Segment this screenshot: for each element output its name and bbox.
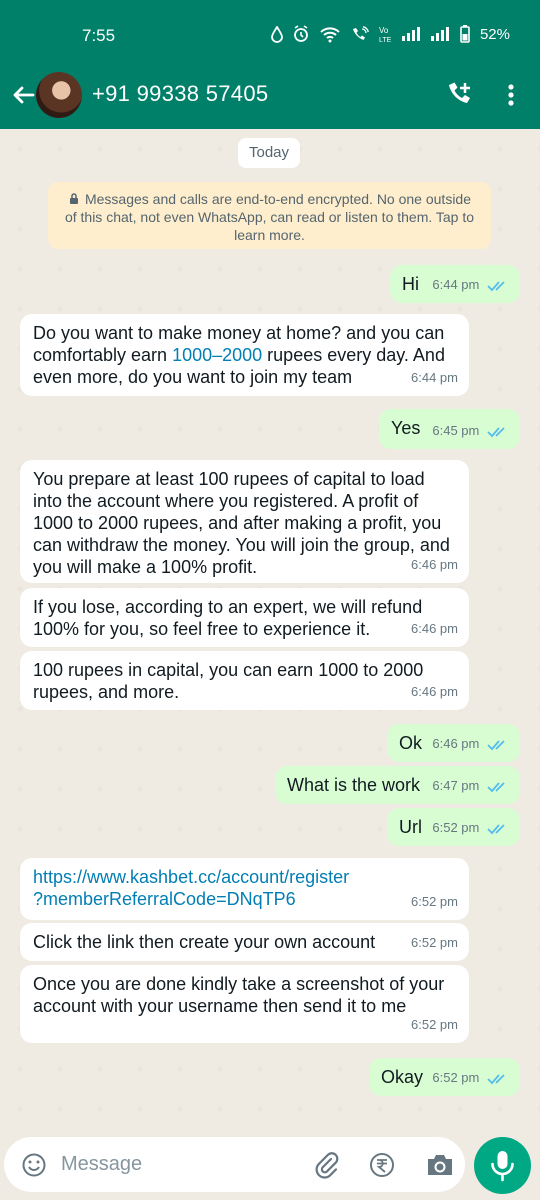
message-meta: 6:45 pm <box>432 420 509 442</box>
incoming-message[interactable]: Do you want to make money at home? and y… <box>20 314 469 396</box>
rupee-payment-icon[interactable] <box>368 1151 396 1179</box>
double-check-icon <box>487 426 505 437</box>
chat-area[interactable]: Today Messages and calls are end-to-end … <box>0 129 540 1129</box>
microphone-icon <box>491 1151 514 1182</box>
message-meta: 6:47 pm <box>432 775 509 797</box>
status-bar: 7:55 Vo LTE 52% <box>0 0 540 62</box>
message-time: 6:52 pm <box>432 1070 480 1085</box>
emoji-icon[interactable] <box>21 1152 47 1178</box>
message-time: 6:46 pm <box>411 621 458 636</box>
outgoing-message[interactable]: Yes 6:45 pm <box>379 409 520 449</box>
message-time: 6:47 pm <box>432 778 480 793</box>
date-chip: Today <box>238 138 300 168</box>
composer-bar: Message <box>0 1129 540 1200</box>
message-time: 6:44 pm <box>411 370 458 385</box>
encryption-note-text: Messages and calls are end-to-end encryp… <box>64 191 475 243</box>
chat-header: +91 99338 57405 <box>0 62 540 129</box>
incoming-message[interactable]: If you lose, according to an expert, we … <box>20 588 469 647</box>
wifi-calling-icon <box>350 25 370 43</box>
drop-icon <box>271 25 283 43</box>
double-check-icon <box>487 823 505 834</box>
outgoing-message[interactable]: Okay 6:52 pm <box>369 1058 520 1096</box>
contact-name[interactable]: +91 99338 57405 <box>92 81 268 107</box>
incoming-message[interactable]: 100 rupees in capital, you can earn 1000… <box>20 651 469 710</box>
incoming-message[interactable]: https://www.kashbet.cc/account/register … <box>20 858 469 920</box>
lock-icon <box>69 193 78 204</box>
add-call-icon[interactable] <box>444 80 474 110</box>
incoming-message[interactable]: Click the link then create your own acco… <box>20 923 469 961</box>
message-meta: 6:52 pm <box>432 1067 509 1089</box>
signal-icon <box>401 26 421 42</box>
battery-percent: 52% <box>479 25 510 43</box>
mic-button[interactable] <box>474 1137 531 1194</box>
status-time: 7:55 <box>82 26 116 45</box>
svg-text:Vo: Vo <box>379 26 389 35</box>
message-time: 6:52 pm <box>411 1017 458 1032</box>
more-options-icon[interactable] <box>503 80 519 110</box>
encryption-note[interactable]: Messages and calls are end-to-end encryp… <box>48 182 491 249</box>
double-check-icon <box>487 781 505 792</box>
battery-icon <box>459 25 471 43</box>
outgoing-message[interactable]: Ok 6:46 pm <box>387 724 520 762</box>
incoming-message[interactable]: You prepare at least 100 rupees of capit… <box>20 460 469 583</box>
message-time: 6:46 pm <box>432 736 480 751</box>
message-text: 100 rupees in capital, you can earn 1000… <box>33 660 424 702</box>
alarm-icon <box>292 25 310 43</box>
message-time: 6:46 pm <box>411 557 458 572</box>
back-arrow-icon[interactable] <box>8 80 38 110</box>
message-text: Click the link then create your own acco… <box>33 932 376 952</box>
message-meta: 6:46 pm <box>432 733 509 755</box>
message-time: 6:44 pm <box>432 277 480 292</box>
outgoing-message[interactable]: Url 6:52 pm <box>387 808 520 846</box>
message-meta: 6:52 pm <box>432 817 509 839</box>
message-text: You prepare at least 100 rupees of capit… <box>33 469 450 577</box>
camera-icon[interactable] <box>425 1152 455 1178</box>
message-meta: 6:44 pm <box>432 274 509 296</box>
avatar[interactable] <box>36 72 82 118</box>
wifi-icon <box>319 26 341 43</box>
outgoing-message[interactable]: Hi 6:44 pm <box>390 265 520 303</box>
message-time: 6:52 pm <box>432 820 480 835</box>
outgoing-message[interactable]: What is the work 6:47 pm <box>275 766 520 804</box>
double-check-icon <box>487 739 505 750</box>
message-text: Once you are done kindly take a screensh… <box>33 974 445 1016</box>
message-text: If you lose, according to an expert, we … <box>33 597 423 639</box>
message-time: 6:52 pm <box>411 894 458 909</box>
message-input[interactable]: Message <box>4 1137 465 1192</box>
message-time: 6:45 pm <box>432 423 480 438</box>
amount-link[interactable]: 1000–2000 <box>172 345 262 365</box>
volte-icon: Vo LTE <box>379 25 392 43</box>
double-check-icon <box>487 280 505 291</box>
message-time: 6:52 pm <box>411 935 458 950</box>
register-link[interactable]: https://www.kashbet.cc/account/register … <box>33 866 456 910</box>
status-icons: Vo LTE 52% <box>271 25 510 43</box>
message-text: Do you want to make money at home? and y… <box>33 322 456 388</box>
incoming-message[interactable]: Once you are done kindly take a screensh… <box>20 965 469 1043</box>
svg-text:LTE: LTE <box>379 37 392 43</box>
signal-icon-2 <box>430 26 450 42</box>
message-time: 6:46 pm <box>411 684 458 699</box>
paperclip-icon[interactable] <box>313 1151 339 1179</box>
message-placeholder: Message <box>61 1153 143 1175</box>
double-check-icon <box>487 1073 505 1084</box>
